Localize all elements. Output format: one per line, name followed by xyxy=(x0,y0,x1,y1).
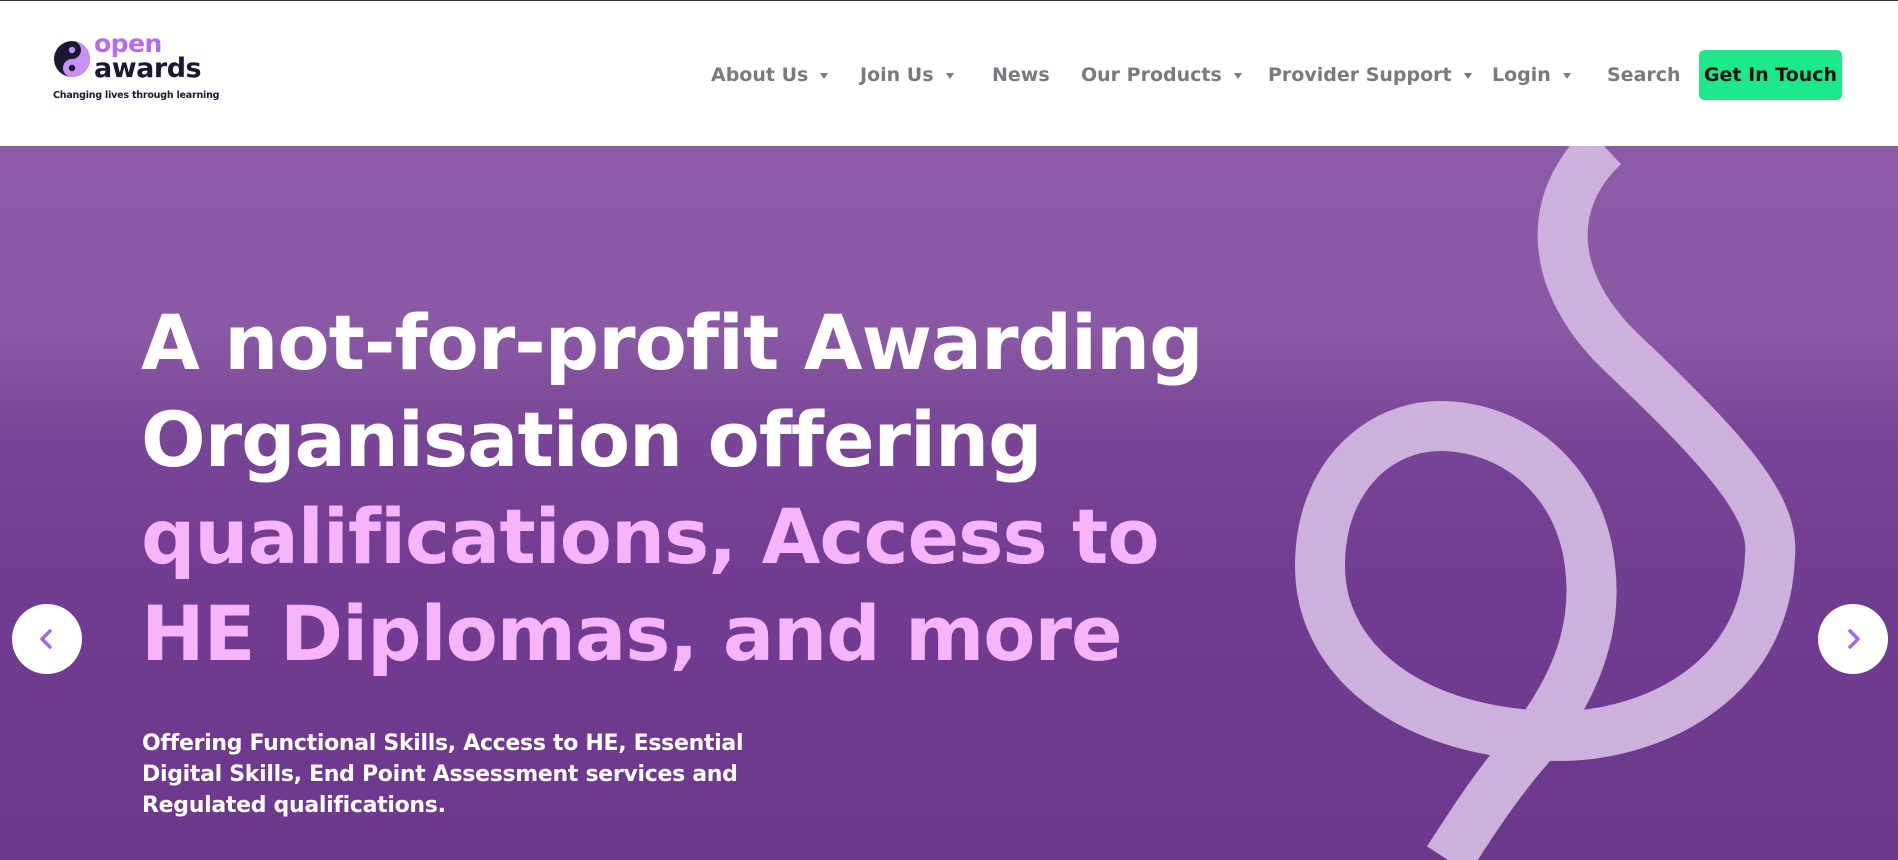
nav-item-join-us[interactable]: Join Us xyxy=(860,61,954,89)
hero-headline: A not-for-profit Awarding Organisation o… xyxy=(141,294,1321,682)
nav-item-provider-support[interactable]: Provider Support xyxy=(1268,61,1472,89)
headline-line-3: qualifications, Access to xyxy=(141,492,1160,581)
main-navigation: About Us Join Us News Our Products Provi… xyxy=(0,1,1898,145)
nav-item-login[interactable]: Login xyxy=(1492,61,1571,89)
nav-item-news[interactable]: News xyxy=(992,61,1050,89)
headline-line-2: Organisation offering xyxy=(141,395,1043,484)
caret-down-icon xyxy=(820,73,829,79)
hero-banner: A not-for-profit Awarding Organisation o… xyxy=(0,146,1898,860)
caret-down-icon xyxy=(945,73,954,79)
nav-label: Our Products xyxy=(1081,64,1222,86)
headline-line-4: HE Diplomas, and more xyxy=(141,589,1123,678)
get-in-touch-button[interactable]: Get In Touch xyxy=(1699,50,1842,100)
chevron-left-icon xyxy=(40,629,52,649)
nav-item-about-us[interactable]: About Us xyxy=(711,61,829,89)
carousel-next-button[interactable] xyxy=(1818,604,1888,674)
chevron-right-icon xyxy=(1848,629,1860,649)
nav-label: News xyxy=(992,64,1050,86)
site-header: open awards Changing lives through learn… xyxy=(0,1,1898,145)
nav-label: About Us xyxy=(711,64,809,86)
headline-line-1: A not-for-profit Awarding xyxy=(141,298,1204,387)
caret-down-icon xyxy=(1463,73,1472,79)
carousel-prev-button[interactable] xyxy=(12,604,82,674)
nav-label: Provider Support xyxy=(1268,64,1452,86)
nav-label: Login xyxy=(1492,64,1551,86)
caret-down-icon xyxy=(1562,73,1571,79)
caret-down-icon xyxy=(1233,73,1242,79)
nav-label: Join Us xyxy=(860,64,934,86)
nav-item-our-products[interactable]: Our Products xyxy=(1081,61,1242,89)
nav-item-search[interactable]: Search xyxy=(1607,61,1681,89)
nav-label: Search xyxy=(1607,64,1681,86)
hero-subtext: Offering Functional Skills, Access to HE… xyxy=(142,731,744,818)
